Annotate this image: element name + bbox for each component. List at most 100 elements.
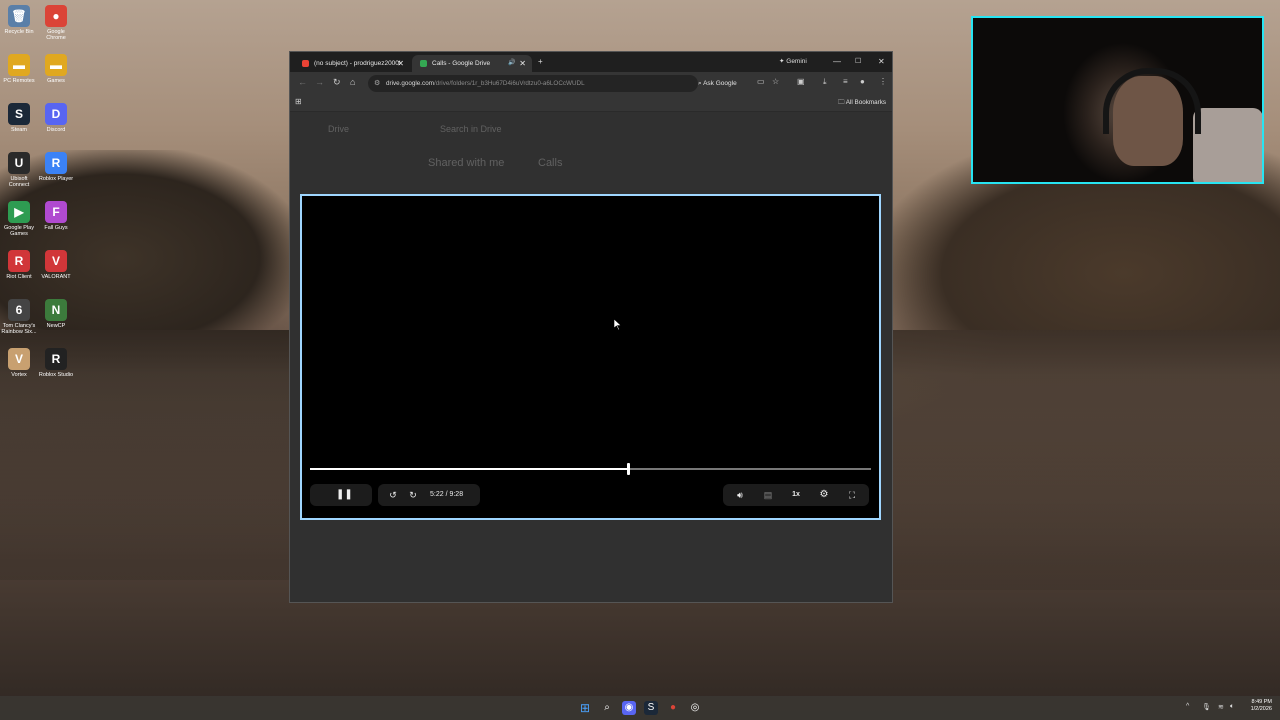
drive-title: Drive <box>328 124 350 134</box>
settings-control-group: 🔊︎ ▤ 1x ⚙ ⛶ <box>723 484 869 506</box>
desktop-icon[interactable]: 🗑 Recycle Bin <box>0 5 38 35</box>
app-icon: R <box>8 250 30 272</box>
cast-icon[interactable]: ▭ <box>757 77 765 86</box>
desktop-icon[interactable]: R Riot Client <box>0 250 38 280</box>
seek-bar[interactable] <box>310 463 871 475</box>
drive-search-input: Search in Drive <box>440 124 502 134</box>
desktop-icon-label: Riot Client <box>6 274 32 280</box>
ask-google-label: Ask Google <box>703 80 737 87</box>
desktop-icon[interactable]: U Ubisoft Connect <box>0 152 38 188</box>
tab-google-drive[interactable]: Calls - Google Drive 🔊 ✕ <box>412 55 532 72</box>
seek-bar-played <box>310 468 629 470</box>
fullscreen-icon[interactable]: ⛶ <box>845 484 859 506</box>
desktop-icon[interactable]: S Steam <box>0 103 38 133</box>
all-bookmarks-button[interactable]: 🗀 All Bookmarks <box>838 97 886 109</box>
desktop-icon-label: Google Play Games <box>4 225 34 237</box>
drive-page-dimmed: Drive Search in Drive Shared with me Cal… <box>290 112 892 202</box>
desktop-icon[interactable]: ▬ Games <box>37 54 75 84</box>
desktop-icon[interactable]: R Roblox Studio <box>37 348 75 378</box>
extensions-icon[interactable]: ≡ <box>843 77 848 86</box>
gemini-button[interactable]: ✦ Gemini <box>779 56 807 68</box>
desktop-icon[interactable]: V VALORANT <box>37 250 75 280</box>
clock[interactable]: 8:49 PM 1/2/2026 <box>1251 699 1272 713</box>
captions-icon[interactable]: ▤ <box>761 484 775 506</box>
desktop-icon[interactable]: ▬ PC Remotes <box>0 54 38 84</box>
download-icon[interactable]: ⤓ <box>823 77 827 87</box>
close-tab-icon[interactable]: ✕ <box>519 55 526 72</box>
desktop-icon[interactable]: ▶ Google Play Games <box>0 201 38 237</box>
current-time: 5:22 <box>430 491 444 498</box>
minimize-button[interactable]: — <box>833 56 841 68</box>
volume-icon[interactable]: 🔊︎ <box>733 484 747 506</box>
app-icon: ● <box>45 5 67 27</box>
app-icon: R <box>45 152 67 174</box>
video-player[interactable]: ❚❚ ↺ ↻ 5:22 / 9:28 🔊︎ ▤ 1x ⚙ ⛶ <box>300 194 881 520</box>
tab-title: Calls - Google Drive <box>432 60 491 67</box>
start-windows-icon[interactable]: ⊞ <box>578 701 592 715</box>
microphone-icon[interactable]: 🎙︎ <box>1202 703 1211 711</box>
seek-handle[interactable] <box>627 463 631 475</box>
steam-taskbar-icon[interactable]: S <box>644 701 658 715</box>
desktop-icon[interactable]: ● Google Chrome <box>37 5 75 41</box>
duration: 9:28 <box>449 491 464 498</box>
desktop-icon[interactable]: N NewCP <box>37 299 75 329</box>
desktop-icon-label: Roblox Player <box>38 176 74 182</box>
app-icon: ▬ <box>45 54 67 76</box>
desktop-icon[interactable]: D Discord <box>37 103 75 133</box>
ask-google-button[interactable]: ⌕ Ask Google <box>698 76 737 91</box>
url-host: drive.google.com <box>386 80 434 87</box>
webcam-overlay <box>971 16 1264 184</box>
reload-icon[interactable]: ↻ <box>333 77 341 88</box>
browser-toolbar: ← → ↻ ⌂ ⚙ drive.google.com/drive/folders… <box>290 72 892 95</box>
discord-taskbar-icon[interactable]: ◉ <box>622 701 636 715</box>
app-icon: ▶ <box>8 201 30 223</box>
home-icon[interactable]: ⌂ <box>350 77 355 87</box>
new-tab-button[interactable]: + <box>538 56 543 68</box>
show-hidden-icons[interactable]: ^ <box>1186 703 1189 710</box>
gemini-label: Gemini <box>786 58 807 65</box>
desktop-icon[interactable]: 6 Tom Clancy's Rainbow Six... <box>0 299 38 335</box>
search-icon[interactable]: ⌕ <box>600 701 614 715</box>
maximize-button[interactable]: ☐ <box>855 56 861 68</box>
play-control-group: ❚❚ <box>310 484 372 506</box>
playback-speed-button[interactable]: 1x <box>789 484 803 506</box>
pause-icon[interactable]: ❚❚ <box>336 484 353 506</box>
bookmark-star-icon[interactable]: ☆ <box>772 77 779 86</box>
menu-kebab-icon[interactable]: ⋮ <box>879 77 887 86</box>
webcam-pillow <box>1193 108 1262 182</box>
url-path: /drive/folders/1r_b3Hu67D4i6uVrdtzu0-a6L… <box>433 80 585 87</box>
settings-gear-icon[interactable]: ⚙ <box>817 484 831 506</box>
app-icon: F <box>45 201 67 223</box>
profile-avatar-icon[interactable]: ● <box>860 77 865 86</box>
tab-gmail[interactable]: (no subject) - prodriguez2000! ✕ <box>294 55 410 72</box>
site-info-icon[interactable]: ⚙ <box>374 75 380 92</box>
close-window-button[interactable]: ✕ <box>878 56 885 68</box>
close-tab-icon[interactable]: ✕ <box>397 55 404 72</box>
audio-playing-icon[interactable]: 🔊 <box>508 55 515 72</box>
gmail-icon <box>302 60 309 67</box>
rewind-10-icon[interactable]: ↺ <box>386 484 400 506</box>
back-arrow-icon[interactable]: ← <box>298 77 307 87</box>
app-icon: ▬ <box>8 54 30 76</box>
desktop-icon-label: Recycle Bin <box>4 29 34 35</box>
shared-with-me-breadcrumb: Shared with me <box>428 157 505 169</box>
chrome-taskbar-icon[interactable]: ● <box>666 701 680 715</box>
time-control-group: ↺ ↻ 5:22 / 9:28 <box>378 484 480 506</box>
calls-breadcrumb: Calls <box>538 157 563 169</box>
side-panel-icon[interactable]: ▣ <box>797 77 805 86</box>
bookmarks-bar: ⊞ 🗀 All Bookmarks <box>290 95 892 112</box>
volume-tray-icon[interactable]: 🔈︎ <box>1230 703 1234 711</box>
obs-taskbar-icon[interactable]: ◎ <box>688 701 702 715</box>
forward-arrow-icon[interactable]: → <box>315 77 324 87</box>
desktop-icon-label: NewCP <box>46 323 66 329</box>
webcam-headset <box>1103 68 1201 134</box>
desktop-icon[interactable]: V Vortex <box>0 348 38 378</box>
mouse-cursor-icon <box>614 319 622 330</box>
desktop-icon[interactable]: R Roblox Player <box>37 152 75 182</box>
wifi-icon[interactable]: ≋ <box>1218 703 1224 711</box>
apps-grid-icon[interactable]: ⊞ <box>295 97 302 106</box>
address-bar[interactable]: ⚙ drive.google.com/drive/folders/1r_b3Hu… <box>368 75 698 92</box>
desktop-icon[interactable]: F Fall Guys <box>37 201 75 231</box>
desktop-icon-label: Ubisoft Connect <box>8 176 30 188</box>
forward-10-icon[interactable]: ↻ <box>406 484 420 506</box>
